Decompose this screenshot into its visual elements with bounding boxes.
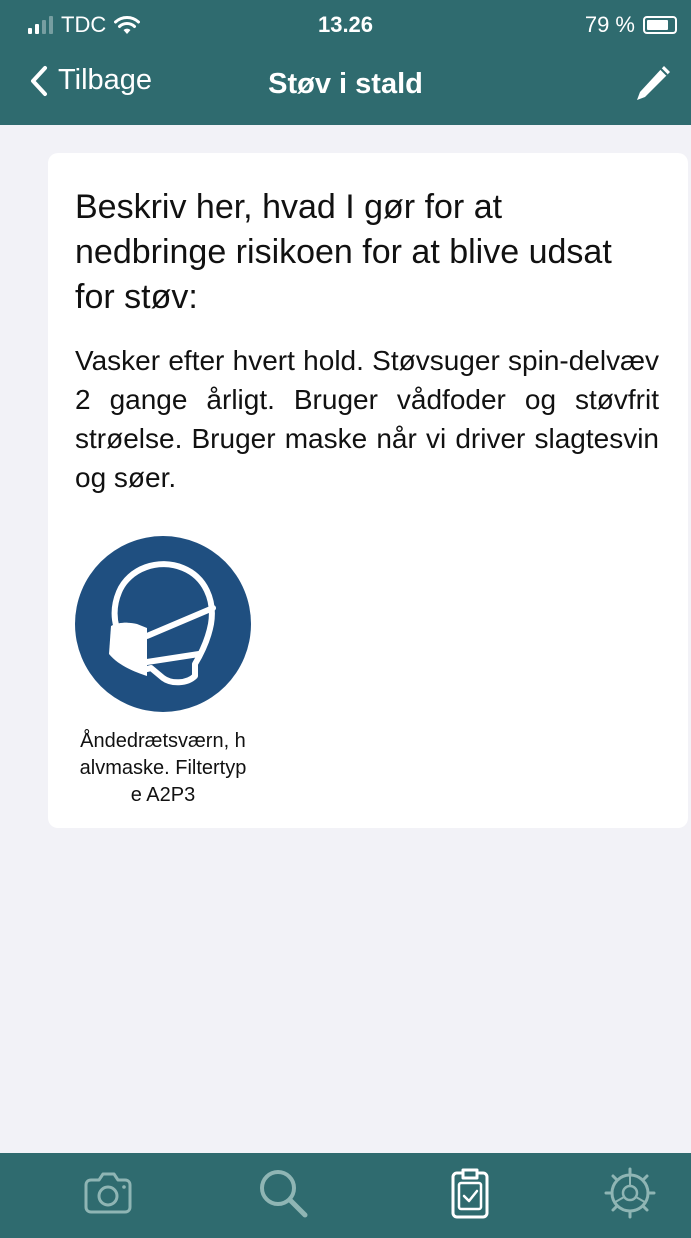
- top-bar: TDC 13.26 79 % Tilbage Støv i stald: [0, 0, 691, 125]
- tab-search[interactable]: [253, 1163, 313, 1223]
- answer-text: Vasker efter hvert hold. Støvsuger spin-…: [75, 345, 659, 493]
- battery-fill: [647, 20, 668, 30]
- clipboard-check-icon: [451, 1168, 489, 1219]
- edit-pencil-icon[interactable]: [633, 62, 673, 104]
- camera-icon: [84, 1172, 132, 1214]
- respirator-mask-icon: [75, 536, 251, 712]
- battery-icon: [643, 16, 677, 34]
- settings-icon: [604, 1167, 656, 1219]
- status-bar: TDC 13.26 79 %: [0, 0, 691, 50]
- status-right: 79 %: [585, 12, 677, 38]
- tab-checklist[interactable]: [440, 1163, 500, 1223]
- navigation-bar: Tilbage Støv i stald: [0, 50, 691, 125]
- tab-bar: [0, 1153, 691, 1238]
- tab-settings[interactable]: [600, 1163, 660, 1223]
- battery-percentage: 79 %: [584, 12, 635, 37]
- ppe-caption: Åndedrætsværn, halvmaske. Filtertype A2P…: [79, 730, 247, 806]
- question-heading: Beskriv her, hvad I gør for at nedbringe…: [75, 188, 612, 316]
- tab-camera[interactable]: [78, 1163, 138, 1223]
- ppe-item: Åndedrætsværn, halvmaske. Filtertype A2P…: [75, 536, 251, 809]
- search-icon: [260, 1170, 308, 1218]
- page-title: Støv i stald: [268, 68, 423, 100]
- content-card: Beskriv her, hvad I gør for at nedbringe…: [48, 153, 688, 828]
